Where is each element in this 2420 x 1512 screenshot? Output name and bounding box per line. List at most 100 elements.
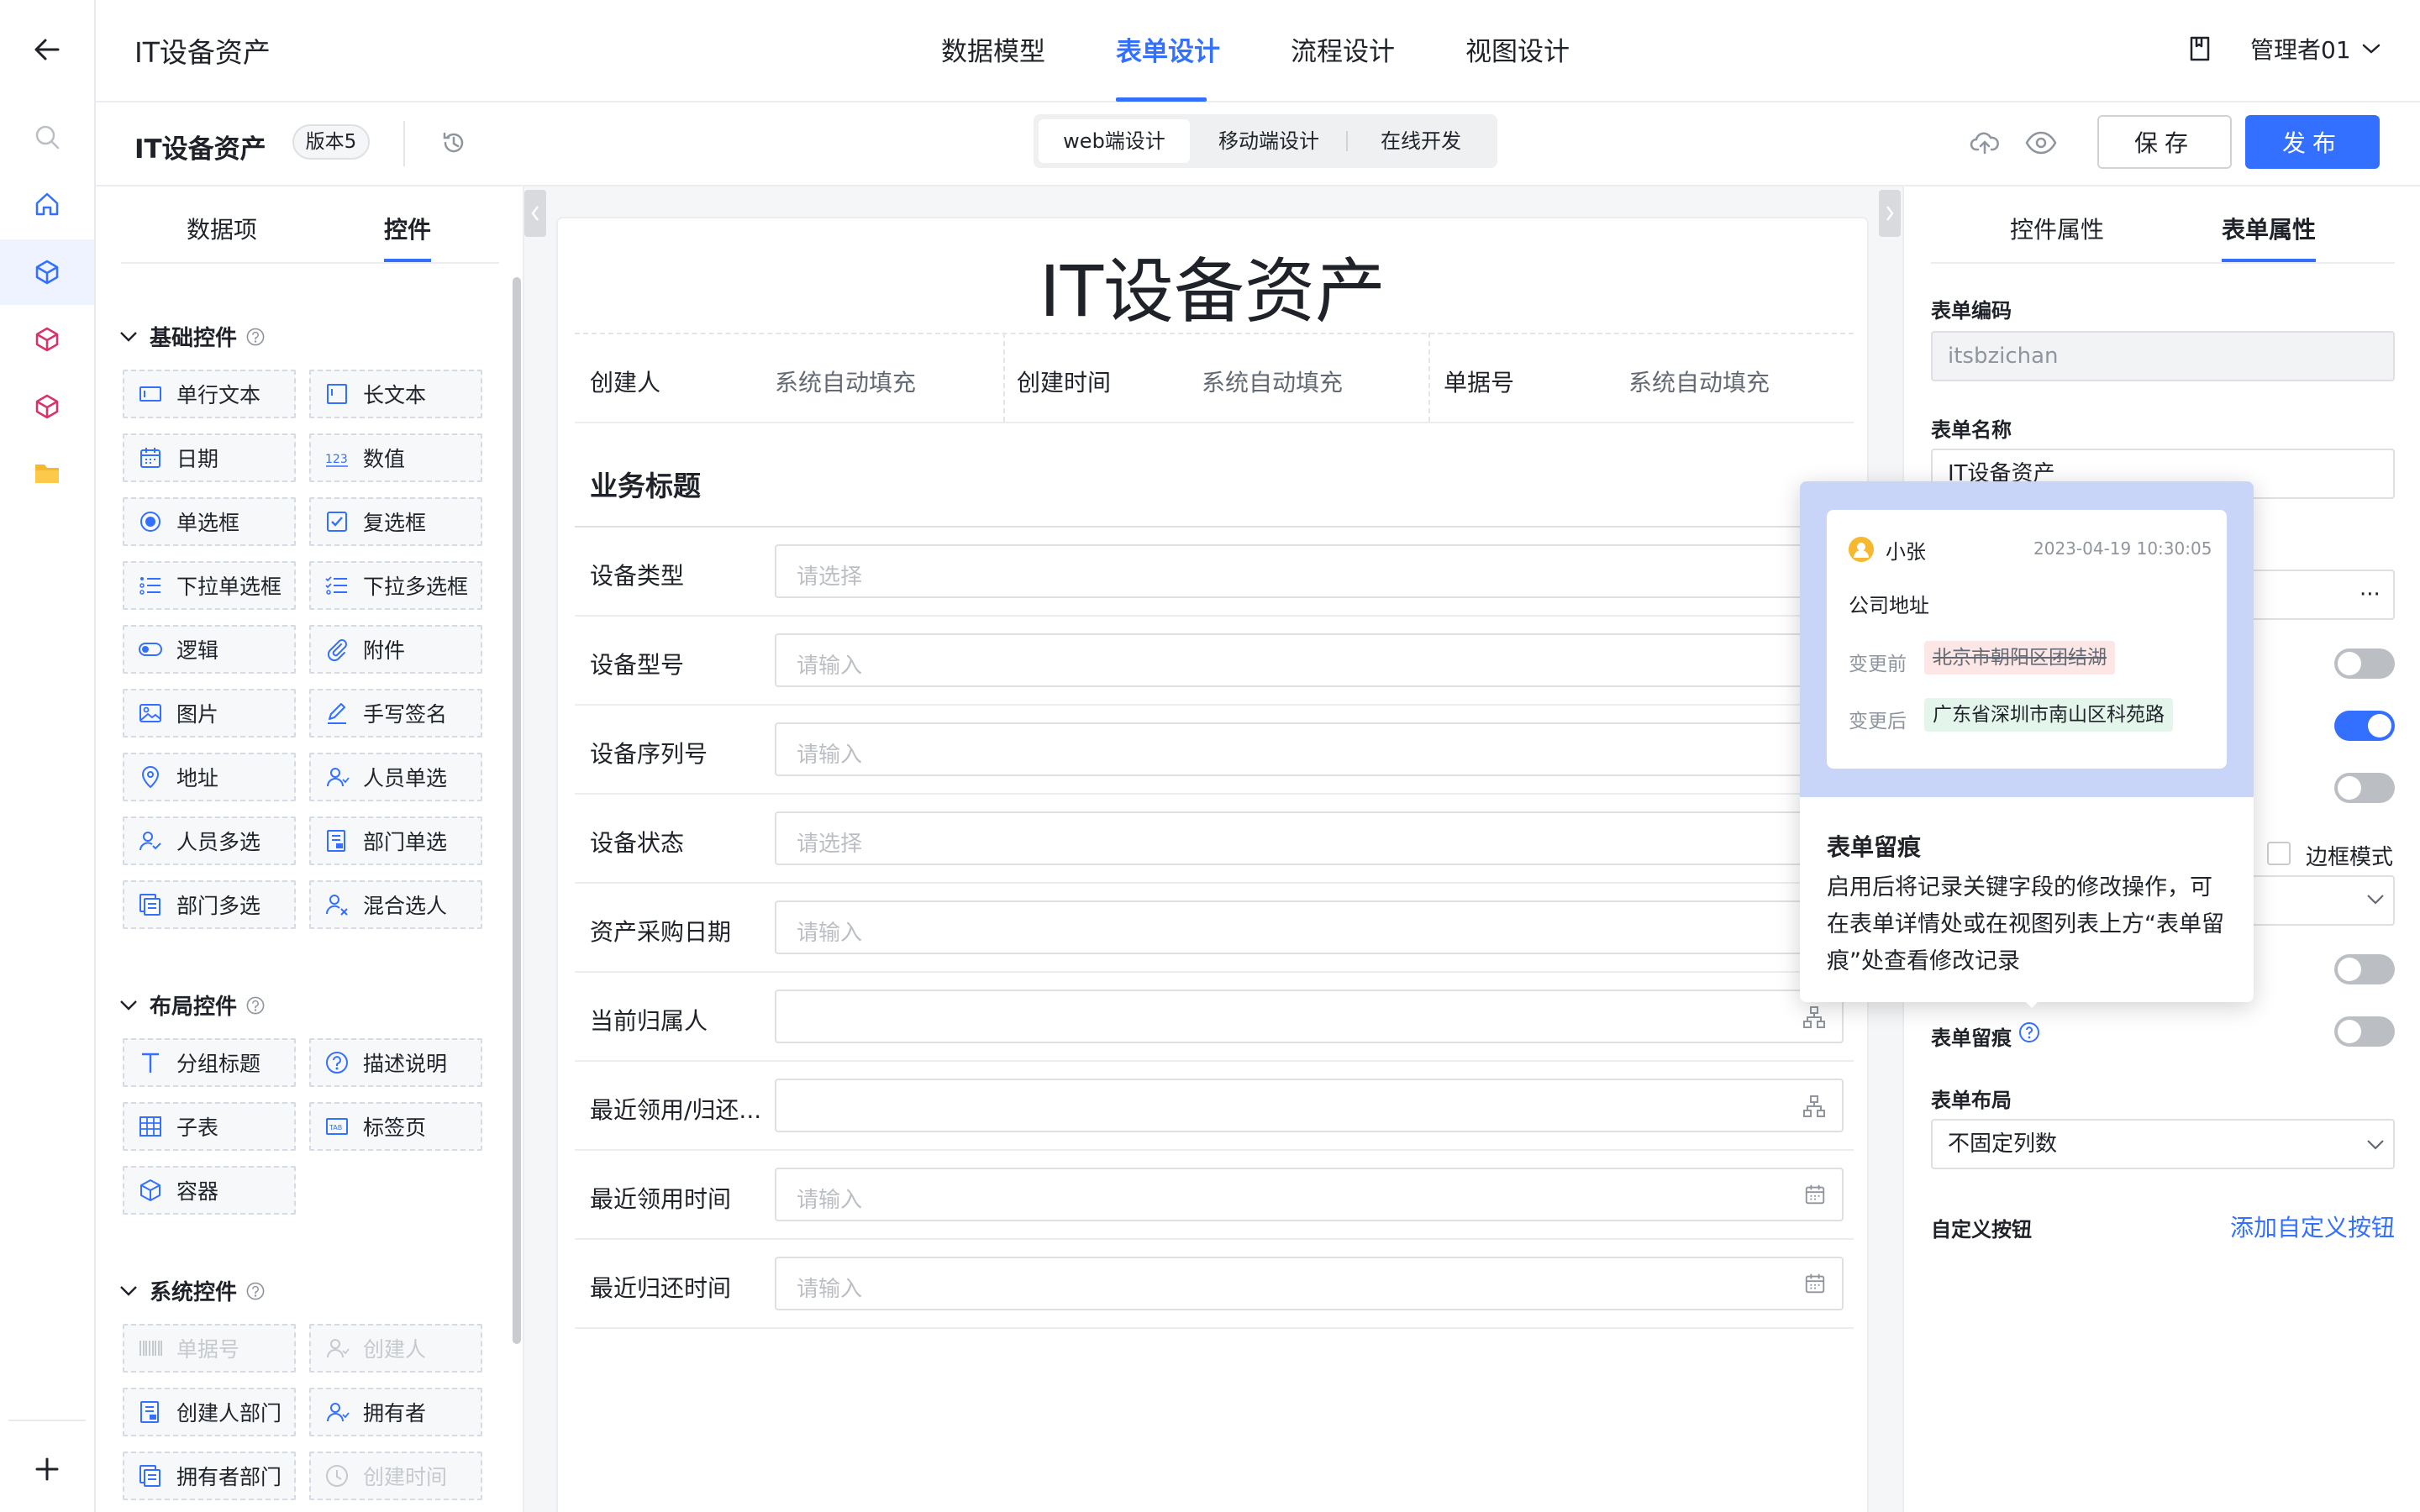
control-item[interactable]: 人员单选 [309, 753, 482, 801]
cube-pink-icon-2[interactable] [0, 374, 94, 439]
field-input[interactable]: 请选择 [775, 811, 1844, 865]
org-tree-icon[interactable] [1802, 1094, 1827, 1119]
history-icon[interactable] [440, 129, 467, 156]
folder-icon[interactable] [0, 440, 94, 506]
publish-button[interactable]: 发布 [2245, 115, 2380, 169]
mode-web[interactable]: web端设计 [1039, 119, 1190, 163]
nav-tab-flow-design[interactable]: 流程设计 [1291, 30, 1395, 68]
app-cube-icon[interactable] [0, 239, 94, 305]
user-menu-name[interactable]: 管理者01 [2250, 32, 2351, 66]
help-circle-icon[interactable] [2018, 1021, 2040, 1043]
book-icon[interactable] [2188, 35, 2212, 62]
field-input[interactable]: 请输入 [775, 1257, 1844, 1310]
layout-select[interactable]: 不固定列数 [1931, 1119, 2395, 1169]
help-circle-icon[interactable] [245, 1281, 266, 1301]
control-item[interactable]: 容器 [123, 1166, 296, 1215]
border-mode-checkbox[interactable] [2267, 842, 2291, 865]
control-item[interactable]: 部门多选 [123, 880, 296, 929]
control-item-label: 单据号 [176, 1337, 240, 1362]
setting-toggle-4[interactable] [2334, 954, 2395, 984]
control-item[interactable]: 拥有者 [309, 1388, 482, 1436]
tab-form-props[interactable]: 表单属性 [2222, 212, 2316, 245]
control-item[interactable]: 单据号 [123, 1324, 296, 1373]
cloud-upload-icon[interactable] [1970, 129, 2000, 156]
chevron-down-icon[interactable] [2361, 42, 2381, 55]
icon-rail [0, 0, 96, 1512]
org-tree-icon[interactable] [1802, 1005, 1827, 1030]
nav-tab-data-model[interactable]: 数据模型 [941, 30, 1045, 68]
section-header[interactable]: 基础控件 [119, 321, 266, 352]
control-item[interactable]: 图片 [123, 689, 296, 738]
collapse-left-handle[interactable] [524, 190, 546, 237]
control-item[interactable]: 分组标题 [123, 1038, 296, 1087]
field-input[interactable]: 请选择 [775, 544, 1844, 598]
control-item[interactable]: 下拉多选框 [309, 561, 482, 610]
field-input[interactable] [775, 1079, 1844, 1132]
number-icon: 123 [325, 453, 348, 467]
border-mode-label: 边框模式 [2306, 845, 2394, 870]
search-icon[interactable] [0, 104, 94, 170]
control-item[interactable]: 混合选人 [309, 880, 482, 929]
setting-toggle-3[interactable] [2334, 773, 2395, 803]
chevron-down-icon[interactable] [119, 331, 138, 343]
control-item[interactable]: 人员多选 [123, 816, 296, 865]
help-circle-icon[interactable] [245, 327, 266, 347]
form-fields: 设备类型 请选择 设备型号 请输入 设备序列号 请输入 设备状态 请选择 资产采购日期 请输入 当前… [558, 218, 1870, 1512]
control-item[interactable]: 子表 [123, 1102, 296, 1151]
section-header[interactable]: 系统控件 [119, 1275, 266, 1306]
plus-icon[interactable] [0, 1436, 94, 1502]
control-item[interactable]: 下拉单选框 [123, 561, 296, 610]
nav-tab-form-design[interactable]: 表单设计 [1116, 30, 1220, 68]
control-item[interactable]: 长文本 [309, 370, 482, 418]
app-title: IT设备资产 [134, 36, 271, 69]
control-item-label: 图片 [176, 702, 219, 727]
control-item[interactable]: 拥有者部门 [123, 1452, 296, 1500]
field-input[interactable]: 请输入 [775, 633, 1844, 687]
popover-description: 启用后将记录关键字段的修改操作，可在表单详情处或在视图列表上方“表单留痕”处查看… [1827, 874, 2224, 974]
control-item[interactable]: 描述说明 [309, 1038, 482, 1087]
mode-online-dev[interactable]: 在线开发 [1349, 119, 1492, 163]
control-item[interactable]: 创建人部门 [123, 1388, 296, 1436]
control-item[interactable]: 单行文本 [123, 370, 296, 418]
control-item[interactable]: 逻辑 [123, 625, 296, 674]
control-item[interactable]: 部门单选 [309, 816, 482, 865]
clock-icon [326, 1465, 348, 1487]
chevron-down-icon[interactable] [119, 1285, 138, 1297]
checkbox-icon [327, 512, 347, 532]
tab-control-props[interactable]: 控件属性 [2010, 212, 2104, 245]
control-item[interactable]: 日期 [123, 433, 296, 482]
field-label: 资产采购日期 [590, 918, 732, 946]
cube-pink-icon[interactable] [0, 307, 94, 372]
control-item[interactable]: 附件 [309, 625, 482, 674]
more-dots-icon[interactable]: ··· [2360, 571, 2381, 618]
section-header[interactable]: 布局控件 [119, 990, 266, 1021]
field-input[interactable]: 请输入 [775, 722, 1844, 776]
version-badge[interactable]: 版本5 [292, 124, 370, 160]
chevron-down-icon[interactable] [119, 1000, 138, 1011]
control-item[interactable]: 单选框 [123, 497, 296, 546]
control-item[interactable]: 123 数值 [309, 433, 482, 482]
field-input[interactable] [775, 990, 1844, 1043]
preview-eye-icon[interactable] [2025, 131, 2057, 155]
field-input[interactable]: 请输入 [775, 1168, 1844, 1221]
save-button[interactable]: 保存 [2097, 115, 2232, 169]
setting-toggle-1[interactable] [2334, 648, 2395, 679]
collapse-right-handle[interactable] [1879, 190, 1901, 237]
control-item-label: 分组标题 [176, 1052, 261, 1076]
add-custom-button-link[interactable]: 添加自定义按钮 [2230, 1210, 2395, 1243]
nav-tab-view-design[interactable]: 视图设计 [1465, 30, 1570, 68]
control-item-label: 子表 [176, 1116, 219, 1140]
control-item[interactable]: 手写签名 [309, 689, 482, 738]
setting-toggle-2[interactable] [2334, 711, 2395, 741]
control-item[interactable]: 创建时间 [309, 1452, 482, 1500]
control-item[interactable]: TAB 标签页 [309, 1102, 482, 1151]
back-arrow-icon[interactable] [0, 17, 94, 82]
control-item[interactable]: 复选框 [309, 497, 482, 546]
trace-toggle[interactable] [2334, 1016, 2395, 1047]
help-circle-icon[interactable] [245, 995, 266, 1016]
mode-mobile[interactable]: 移动端设计 [1193, 119, 1344, 163]
field-input[interactable]: 请输入 [775, 900, 1844, 954]
control-item[interactable]: 地址 [123, 753, 296, 801]
home-icon[interactable] [0, 171, 94, 237]
control-item[interactable]: 创建人 [309, 1324, 482, 1373]
